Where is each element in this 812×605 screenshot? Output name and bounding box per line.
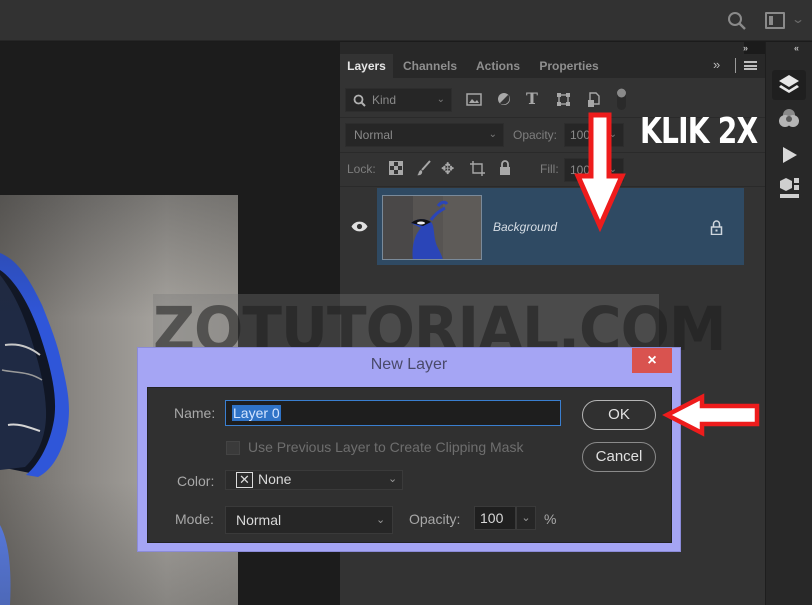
layer-name[interactable]: Background: [493, 220, 557, 234]
divider: [340, 152, 765, 153]
panel-menu-icon[interactable]: [744, 61, 757, 70]
name-value: Layer 0: [232, 405, 281, 421]
3d-panel-button[interactable]: [772, 175, 806, 205]
percent-label: %: [544, 511, 557, 527]
blend-mode-select[interactable]: Normal ⌄: [345, 123, 504, 147]
layers-panel-button[interactable]: [772, 70, 806, 100]
opacity-input[interactable]: 100: [474, 506, 516, 530]
panel-tabs: Layers Channels Actions Properties: [340, 54, 765, 78]
workspace-chevron-icon[interactable]: ⌄: [791, 12, 805, 26]
chevron-down-icon: ⌄: [436, 94, 445, 105]
left-arrow-annotation: [662, 393, 760, 437]
opacity-label: Opacity:: [513, 128, 558, 142]
no-color-icon: ✕: [236, 472, 253, 488]
adjustment-filter-icon[interactable]: [497, 92, 511, 106]
opacity-label: Opacity:: [409, 511, 461, 527]
divider: [340, 186, 765, 187]
dialog-title: New Layer: [370, 356, 448, 373]
lock-all-icon[interactable]: [499, 160, 511, 175]
lock-label: Lock:: [347, 162, 376, 176]
clipping-mask-checkbox[interactable]: [226, 441, 240, 455]
color-label: Color:: [177, 473, 215, 489]
opacity-dropdown-button[interactable]: ⌄: [516, 506, 536, 530]
shape-filter-icon[interactable]: [556, 92, 571, 107]
tab-channels[interactable]: Channels: [395, 54, 465, 78]
divider: [735, 58, 736, 73]
channels-panel-icon: [779, 109, 799, 127]
options-bar: ⌄: [0, 0, 812, 41]
filter-toggle-icon[interactable]: [616, 87, 627, 111]
3d-panel-icon: [780, 178, 799, 198]
image-filter-icon[interactable]: [466, 93, 482, 106]
lock-paint-icon[interactable]: [416, 160, 431, 176]
tab-layers[interactable]: Layers: [340, 54, 393, 78]
blend-mode-value: Normal: [354, 128, 393, 142]
tab-properties[interactable]: Properties: [531, 54, 607, 78]
channels-panel-button[interactable]: [772, 104, 806, 134]
smart-object-filter-icon[interactable]: [587, 92, 600, 108]
play-icon: [783, 147, 797, 163]
down-arrow-annotation: [574, 112, 626, 233]
visibility-eye-icon[interactable]: [351, 221, 368, 232]
name-label: Name:: [174, 405, 216, 421]
workspace-icon[interactable]: [765, 12, 785, 29]
tab-actions[interactable]: Actions: [467, 54, 529, 78]
search-icon: [353, 94, 366, 107]
lock-artboard-icon[interactable]: [469, 160, 486, 177]
lock-transparency-icon[interactable]: [389, 161, 403, 175]
clipping-mask-label: Use Previous Layer to Create Clipping Ma…: [248, 439, 524, 455]
layer-lock-icon[interactable]: [710, 220, 723, 235]
fill-label: Fill:: [540, 162, 559, 176]
search-icon[interactable]: [727, 11, 747, 31]
filter-kind-value: Kind: [372, 93, 397, 107]
mode-value: Normal: [236, 512, 282, 528]
more-tabs-icon[interactable]: »: [713, 57, 720, 72]
cancel-button[interactable]: Cancel: [582, 442, 656, 472]
klik-annotation-text: KLIK 2X: [640, 111, 758, 152]
color-value: None: [258, 471, 292, 487]
chevron-down-icon: ⌄: [488, 129, 497, 140]
chevron-down-icon: ⌄: [388, 473, 398, 485]
chevron-down-icon: ⌄: [376, 514, 386, 526]
mode-label: Mode:: [175, 511, 214, 527]
lock-position-icon[interactable]: ✥: [441, 159, 454, 179]
type-filter-icon[interactable]: T: [526, 89, 538, 108]
ok-button[interactable]: OK: [582, 400, 656, 430]
toolbar-collapse-icon[interactable]: ‹‹: [794, 43, 799, 53]
close-button[interactable]: ×: [632, 348, 672, 373]
panel-collapse-icon[interactable]: ››: [743, 43, 748, 53]
name-input[interactable]: Layer 0: [225, 400, 561, 426]
layers-panel-icon: [779, 75, 799, 93]
actions-panel-button[interactable]: [772, 140, 806, 170]
layer-thumbnail[interactable]: [382, 195, 482, 260]
